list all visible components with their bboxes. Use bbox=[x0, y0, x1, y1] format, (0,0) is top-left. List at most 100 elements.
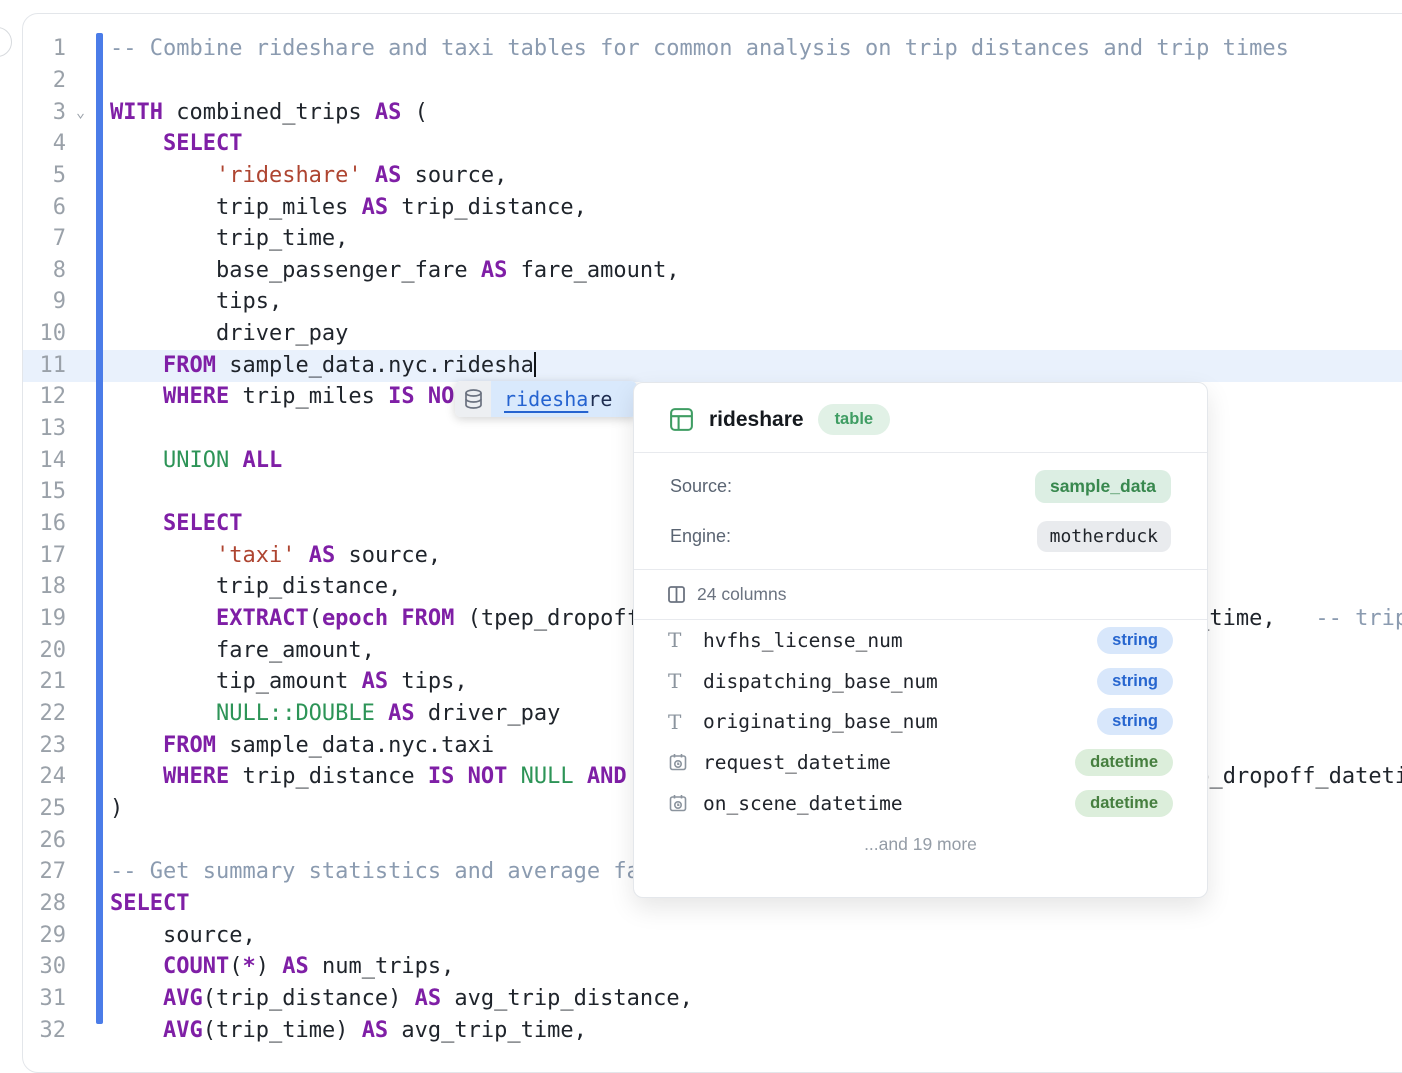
line-number[interactable]: 12 bbox=[24, 381, 66, 413]
line-number[interactable]: 31 bbox=[24, 983, 66, 1015]
code-line[interactable]: 10 driver_pay bbox=[0, 318, 1402, 350]
column-row: request_datetimedatetime bbox=[634, 742, 1207, 783]
code-line[interactable]: 3 ⌄ WITH combined_trips AS ( bbox=[0, 97, 1402, 129]
code-line[interactable]: 2 bbox=[0, 65, 1402, 97]
line-number[interactable]: 6 bbox=[24, 192, 66, 224]
column-row: Tdispatching_base_num string bbox=[634, 661, 1207, 702]
column-name: on_scene_datetime bbox=[703, 792, 903, 815]
line-number[interactable]: 11 bbox=[24, 350, 66, 382]
line-number[interactable]: 28 bbox=[24, 888, 66, 920]
code-text: COUNT(*) AS num_trips, bbox=[110, 951, 454, 983]
info-row: Engine: motherduck bbox=[634, 512, 1207, 561]
code-text: trip_miles AS trip_distance, bbox=[110, 192, 587, 224]
line-number[interactable]: 19 bbox=[24, 603, 66, 635]
code-text: ) bbox=[110, 793, 123, 825]
code-text: UNION ALL bbox=[110, 445, 282, 477]
line-number[interactable]: 27 bbox=[24, 856, 66, 888]
column-type-badge: string bbox=[1097, 708, 1173, 735]
column-name: originating_base_num bbox=[703, 710, 938, 733]
column-type-badge: datetime bbox=[1075, 790, 1173, 817]
fold-chevron-icon[interactable]: ⌄ bbox=[76, 97, 85, 129]
calendar-clock-icon bbox=[668, 752, 692, 772]
more-columns-label: ...and 19 more bbox=[634, 823, 1207, 855]
autocomplete-popup: rideshare bbox=[455, 381, 637, 417]
line-number[interactable]: 22 bbox=[24, 698, 66, 730]
code-text: SELECT bbox=[110, 508, 242, 540]
code-line[interactable]: 8 base_passenger_fare AS fare_amount, bbox=[0, 255, 1402, 287]
code-text: FROM sample_data.nyc.taxi bbox=[110, 730, 494, 762]
autocomplete-matched-text: ridesha bbox=[504, 387, 588, 411]
autocomplete-item-rideshare[interactable]: rideshare bbox=[491, 381, 637, 417]
code-text: base_passenger_fare AS fare_amount, bbox=[110, 255, 680, 287]
column-type-badge: string bbox=[1097, 668, 1173, 695]
line-number[interactable]: 17 bbox=[24, 540, 66, 572]
line-number[interactable]: 4 bbox=[24, 128, 66, 160]
code-line[interactable]: 4 SELECT bbox=[0, 128, 1402, 160]
info-label: Engine: bbox=[670, 526, 731, 547]
line-number[interactable]: 23 bbox=[24, 730, 66, 762]
columns-summary: 24 columns bbox=[634, 570, 1207, 619]
code-line[interactable]: 30 COUNT(*) AS num_trips, bbox=[0, 951, 1402, 983]
line-number[interactable]: 9 bbox=[24, 286, 66, 318]
line-number[interactable]: 30 bbox=[24, 951, 66, 983]
line-number[interactable]: 25 bbox=[24, 793, 66, 825]
text-type-icon: T bbox=[668, 669, 692, 693]
line-number[interactable]: 5 bbox=[24, 160, 66, 192]
text-type-icon: T bbox=[668, 710, 692, 734]
code-text: driver_pay bbox=[110, 318, 348, 350]
line-number[interactable]: 20 bbox=[24, 635, 66, 667]
line-number[interactable]: 3 bbox=[24, 97, 66, 129]
line-number[interactable]: 32 bbox=[24, 1015, 66, 1047]
code-line[interactable]: 9 tips, bbox=[0, 286, 1402, 318]
code-text: FROM sample_data.nyc.ridesha bbox=[110, 350, 536, 382]
text-cursor bbox=[534, 352, 536, 377]
column-row: Toriginating_base_num string bbox=[634, 701, 1207, 742]
column-name: request_datetime bbox=[703, 751, 891, 774]
column-name: dispatching_base_num bbox=[703, 670, 938, 693]
text-type-icon: T bbox=[668, 628, 692, 652]
code-line[interactable]: 5 'rideshare' AS source, bbox=[0, 160, 1402, 192]
code-text: tips, bbox=[110, 286, 282, 318]
line-number[interactable]: 13 bbox=[24, 413, 66, 445]
line-number[interactable]: 21 bbox=[24, 666, 66, 698]
code-text: fare_amount, bbox=[110, 635, 375, 667]
code-line[interactable]: 7 trip_time, bbox=[0, 223, 1402, 255]
code-line[interactable]: 6 trip_miles AS trip_distance, bbox=[0, 192, 1402, 224]
code-line[interactable]: 11 FROM sample_data.nyc.ridesha bbox=[0, 350, 1402, 382]
code-line[interactable]: 31 AVG(trip_distance) AS avg_trip_distan… bbox=[0, 983, 1402, 1015]
database-icon bbox=[455, 381, 491, 417]
table-info-card: rideshare table Source:sample_dataEngine… bbox=[633, 382, 1208, 898]
line-number[interactable]: 2 bbox=[24, 65, 66, 97]
column-type-badge: string bbox=[1097, 627, 1173, 654]
code-text: AVG(trip_distance) AS avg_trip_distance, bbox=[110, 983, 693, 1015]
line-number[interactable]: 10 bbox=[24, 318, 66, 350]
line-number[interactable]: 7 bbox=[24, 223, 66, 255]
line-number[interactable]: 8 bbox=[24, 255, 66, 287]
code-line[interactable]: 32 AVG(trip_time) AS avg_trip_time, bbox=[0, 1015, 1402, 1047]
code-text: trip_distance, bbox=[110, 571, 401, 603]
line-number[interactable]: 16 bbox=[24, 508, 66, 540]
line-number[interactable]: 14 bbox=[24, 445, 66, 477]
code-text: 'taxi' AS source, bbox=[110, 540, 441, 572]
info-value-badge: motherduck bbox=[1037, 521, 1171, 552]
code-text: SELECT bbox=[110, 128, 242, 160]
code-text: WITH combined_trips AS ( bbox=[110, 97, 428, 129]
line-number[interactable]: 18 bbox=[24, 571, 66, 603]
line-number[interactable]: 26 bbox=[24, 825, 66, 857]
line-number[interactable]: 29 bbox=[24, 920, 66, 952]
code-text: SELECT bbox=[110, 888, 189, 920]
active-region-bar bbox=[96, 33, 103, 1024]
calendar-clock-icon bbox=[668, 793, 692, 813]
code-text: NULL::DOUBLE AS driver_pay bbox=[110, 698, 560, 730]
column-row: Thvfhs_license_numstring bbox=[634, 620, 1207, 661]
code-line[interactable]: 1-- Combine rideshare and taxi tables fo… bbox=[0, 33, 1402, 65]
autocomplete-rest-text: re bbox=[588, 387, 612, 411]
line-number[interactable]: 24 bbox=[24, 761, 66, 793]
code-line[interactable]: 29 source, bbox=[0, 920, 1402, 952]
line-number[interactable]: 15 bbox=[24, 476, 66, 508]
line-number[interactable]: 1 bbox=[24, 33, 66, 65]
table-icon bbox=[668, 406, 695, 433]
code-text: AVG(trip_time) AS avg_trip_time, bbox=[110, 1015, 587, 1047]
code-text: tip_amount AS tips, bbox=[110, 666, 468, 698]
table-info-header: rideshare table bbox=[634, 383, 1207, 452]
